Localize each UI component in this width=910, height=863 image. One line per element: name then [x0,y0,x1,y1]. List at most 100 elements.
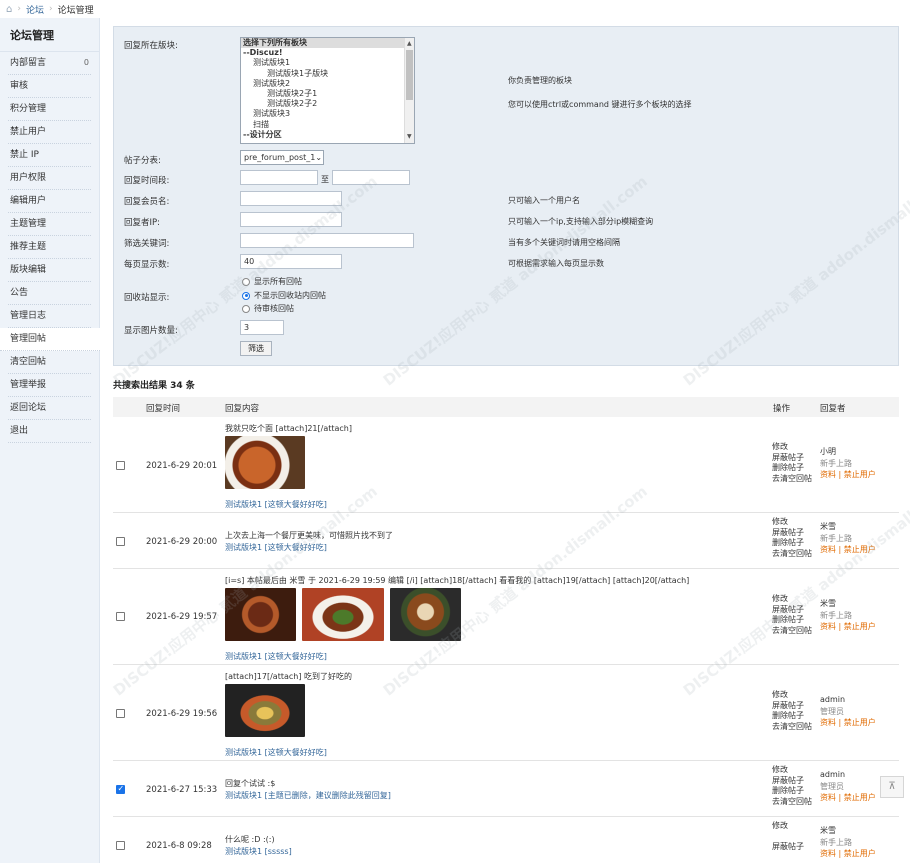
delete-post-link[interactable]: 删除帖子 [772,786,812,797]
ban-user-link[interactable]: 禁止用户 [844,545,876,554]
food-image[interactable] [225,436,305,489]
profile-link[interactable]: 资料 [820,470,836,479]
block-post-link[interactable]: 屏蔽帖子 [772,528,812,539]
block-post-link[interactable]: 屏蔽帖子 [772,453,812,464]
reply-forum-link[interactable]: 测试版块1 [这顿大餐好好吃] [225,747,327,758]
radio-button-selected[interactable] [242,291,250,300]
row-checkbox[interactable] [116,841,125,850]
block-post-link[interactable]: 屏蔽帖子 [772,842,804,853]
row-checkbox[interactable] [116,709,125,718]
filter-submit-button[interactable]: 筛选 [240,341,272,356]
recycle-option-pending[interactable]: 待审核回帖 [242,303,294,314]
edit-link[interactable]: 修改 [772,442,812,453]
sidebar-item-announcement[interactable]: 公告 [8,282,91,305]
forum-option[interactable]: 测试版块1 [241,58,414,68]
row-checkbox-checked[interactable] [116,784,125,794]
forum-option[interactable]: 选择下列所有板块 [241,38,414,49]
scroll-down-icon[interactable]: ▼ [407,132,412,142]
sidebar-item-manage-replies[interactable]: 管理回帖 [0,328,100,351]
scroll-up-icon[interactable]: ▲ [407,39,412,49]
ban-user-link[interactable]: 禁止用户 [844,718,876,727]
author-name[interactable]: 米雪 [820,521,876,533]
delete-post-link[interactable]: 删除帖子 [772,538,812,549]
post-table-select[interactable]: pre_forum_post_1 ⌄ [240,150,324,165]
delete-post-link[interactable]: 删除帖子 [772,463,812,474]
radio-button[interactable] [242,304,250,313]
delete-post-link[interactable]: 删除帖子 [772,615,812,626]
edit-link[interactable]: 修改 [772,594,812,605]
ip-input[interactable] [240,212,342,227]
sidebar-item-user-permissions[interactable]: 用户权限 [8,167,91,190]
edit-link[interactable]: 修改 [772,690,812,701]
food-image[interactable] [302,588,384,641]
block-post-link[interactable]: 屏蔽帖子 [772,701,812,712]
clear-replies-link[interactable]: 去清空回帖 [772,722,812,733]
food-image[interactable] [225,684,305,737]
clear-replies-link[interactable]: 去清空回帖 [772,549,812,560]
forum-option[interactable]: 测试版块2 [241,79,414,89]
sidebar-item-clear-replies[interactable]: 清空回帖 [8,351,91,374]
reply-forum-link[interactable]: 测试版块1 [这顿大餐好好吃] [225,499,327,510]
edit-link[interactable]: 修改 [772,821,804,832]
sidebar-item-credits[interactable]: 积分管理 [8,98,91,121]
clear-replies-link[interactable]: 去清空回帖 [772,797,812,808]
back-to-top-button[interactable]: ⊼ [880,776,904,798]
reply-forum-link[interactable]: 测试版块1 [这顿大餐好好吃] [225,542,327,553]
food-image[interactable] [390,588,461,641]
forum-option[interactable]: 测试版块3 [241,109,414,119]
sidebar-item-log[interactable]: 管理日志 [8,305,91,328]
sidebar-item-forum-edit[interactable]: 版块编辑 [8,259,91,282]
forum-option[interactable]: 扫描 [241,120,414,130]
sidebar-item-ban-ip[interactable]: 禁止 IP [8,144,91,167]
scrollbar-thumb[interactable] [406,50,413,100]
edit-link[interactable]: 修改 [772,517,812,528]
sidebar-item-reports[interactable]: 管理举报 [8,374,91,397]
clear-replies-link[interactable]: 去清空回帖 [772,626,812,637]
radio-button[interactable] [242,277,250,286]
row-checkbox[interactable] [116,612,125,621]
author-name[interactable]: admin [820,694,876,706]
author-name[interactable]: admin [820,769,876,781]
reply-forum-link[interactable]: 测试版块1 [主题已删除，建议删除此残留回复] [225,790,391,801]
forum-option[interactable]: --设计分区 [241,130,414,140]
forum-option[interactable]: --Discuz! [241,48,414,58]
profile-link[interactable]: 资料 [820,622,836,631]
forum-option[interactable]: 测试版块1子版块 [241,69,414,79]
clear-replies-link[interactable]: 去清空回帖 [772,474,812,485]
ban-user-link[interactable]: 禁止用户 [844,793,876,802]
sidebar-item-recommend-thread[interactable]: 推荐主题 [8,236,91,259]
profile-link[interactable]: 资料 [820,718,836,727]
recycle-option-all[interactable]: 显示所有回帖 [242,276,302,287]
sidebar-item-thread-manage[interactable]: 主题管理 [8,213,91,236]
author-name[interactable]: 米雪 [820,598,876,610]
block-post-link[interactable]: 屏蔽帖子 [772,605,812,616]
sidebar-item-ban-user[interactable]: 禁止用户 [8,121,91,144]
edit-link[interactable]: 修改 [772,765,812,776]
sidebar-item-edit-user[interactable]: 编辑用户 [8,190,91,213]
profile-link[interactable]: 资料 [820,849,836,858]
ban-user-link[interactable]: 禁止用户 [844,849,876,858]
profile-link[interactable]: 资料 [820,545,836,554]
ban-user-link[interactable]: 禁止用户 [844,622,876,631]
author-name[interactable]: 米雪 [820,825,876,837]
row-checkbox[interactable] [116,461,125,470]
keyword-input[interactable] [240,233,414,248]
delete-post-link[interactable]: 删除帖子 [772,711,812,722]
time-start-input[interactable] [240,170,318,185]
forum-option[interactable]: 测试版块2子2 [241,99,414,109]
time-end-input[interactable] [332,170,410,185]
home-icon[interactable]: ⌂ [6,4,12,15]
reply-forum-link[interactable]: 测试版块1 [sssss] [225,846,292,857]
member-input[interactable] [240,191,342,206]
sidebar-item-internal-message[interactable]: 内部留言 0 [8,52,91,75]
sidebar-item-moderate[interactable]: 审核 [8,75,91,98]
author-name[interactable]: 小明 [820,446,876,458]
row-checkbox[interactable] [116,537,125,546]
block-post-link[interactable]: 屏蔽帖子 [772,776,812,787]
perpage-input[interactable]: 40 [240,254,342,269]
forum-option[interactable]: 测试版块2子1 [241,89,414,99]
recycle-option-exclude[interactable]: 不显示回收站内回帖 [242,290,326,301]
image-count-input[interactable]: 3 [240,320,284,335]
sidebar-item-back-to-forum[interactable]: 返回论坛 [8,397,91,420]
profile-link[interactable]: 资料 [820,793,836,802]
